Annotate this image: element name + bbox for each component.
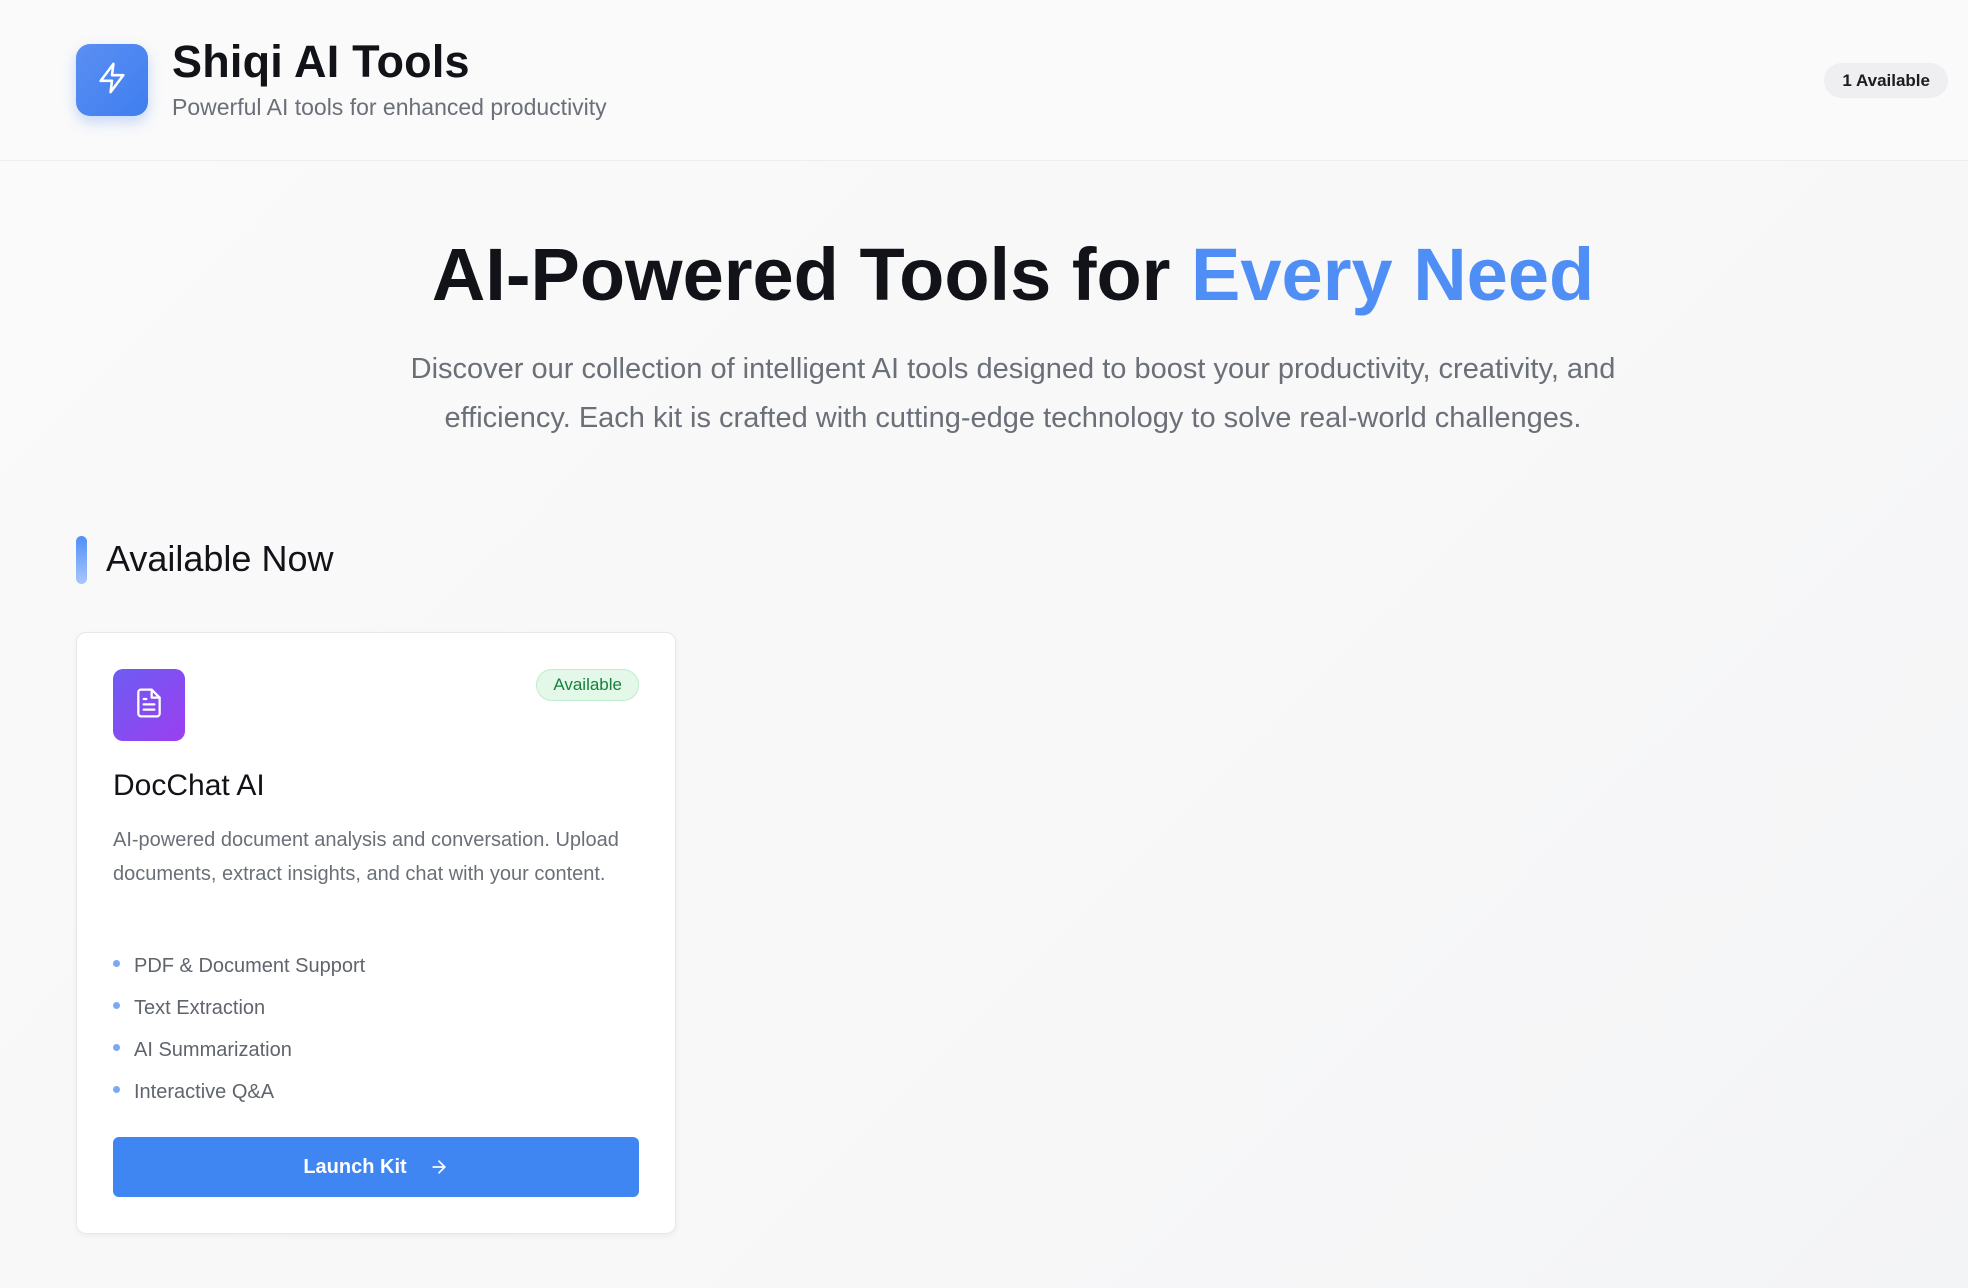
hero-title-main: AI-Powered Tools for: [431, 233, 1192, 316]
bullet-icon: [113, 1085, 120, 1093]
status-badge: Available: [536, 669, 639, 701]
app-title: Shiqi AI Tools: [172, 36, 470, 87]
available-count-badge: 1 Available: [1824, 63, 1948, 98]
page: Shiqi AI Tools Powerful AI tools for enh…: [0, 0, 1968, 1288]
section-title: Available Now: [106, 538, 334, 579]
bullet-icon: [113, 959, 120, 967]
feature-label: Interactive Q&A: [134, 1080, 275, 1103]
launch-kit-label: Launch Kit: [303, 1155, 407, 1178]
launch-kit-button[interactable]: Launch Kit: [113, 1137, 639, 1197]
feature-item: Interactive Q&A: [113, 1071, 365, 1113]
section-accent-bar: [76, 536, 87, 584]
feature-item: Text Extraction: [113, 987, 365, 1029]
logo[interactable]: [76, 44, 148, 116]
app-subtitle: Powerful AI tools for enhanced productiv…: [172, 94, 607, 120]
bullet-icon: [113, 1001, 120, 1009]
feature-label: Text Extraction: [134, 996, 266, 1019]
kit-title: DocChat AI: [113, 769, 265, 802]
feature-label: PDF & Document Support: [134, 954, 366, 977]
bullet-icon: [113, 1043, 120, 1051]
hero-title: AI-Powered Tools for Every Need: [0, 232, 1968, 317]
document-icon: [133, 687, 165, 724]
app-header: Shiqi AI Tools Powerful AI tools for enh…: [0, 0, 1968, 161]
hero-title-accent: Every Need: [1191, 233, 1595, 316]
feature-label: AI Summarization: [134, 1038, 292, 1061]
kit-description: AI-powered document analysis and convers…: [113, 829, 619, 885]
feature-list: PDF & Document Support Text Extraction A…: [113, 945, 365, 1113]
lightning-icon: [95, 61, 129, 100]
kit-card-docchat: Available DocChat AI AI-powered document…: [76, 632, 676, 1234]
kit-icon: [113, 669, 185, 741]
arrow-right-icon: [429, 1157, 449, 1177]
feature-item: AI Summarization: [113, 1029, 365, 1071]
feature-item: PDF & Document Support: [113, 945, 365, 987]
hero-description: Discover our collection of intelligent A…: [410, 353, 1616, 434]
